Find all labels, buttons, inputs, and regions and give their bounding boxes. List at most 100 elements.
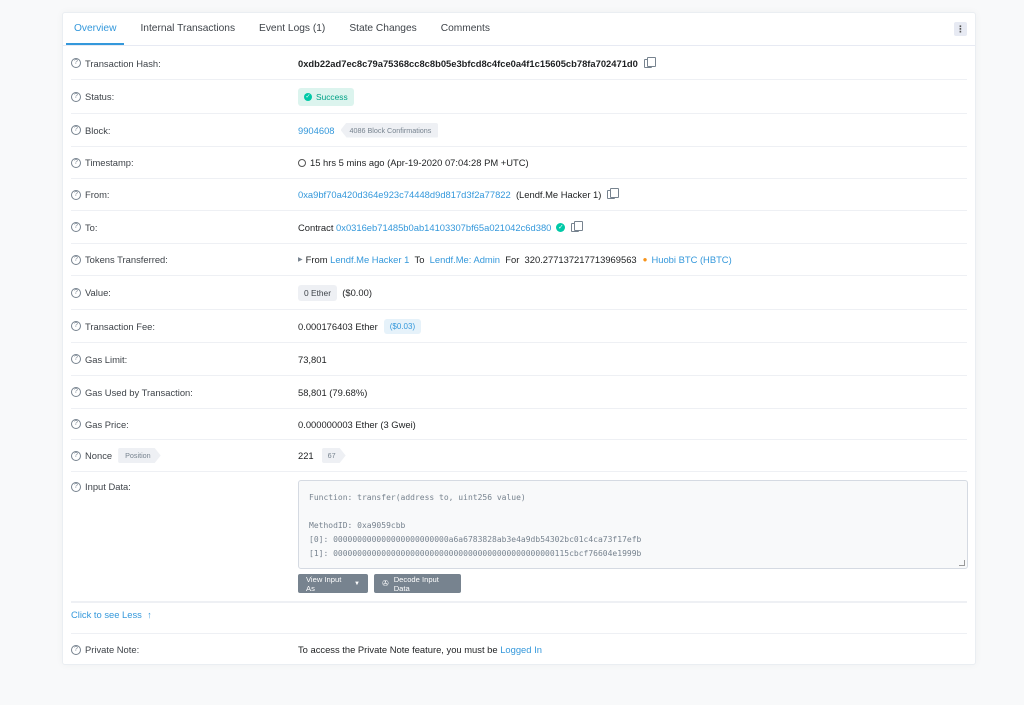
- gas-used-value: 58,801 (79.68%): [298, 386, 368, 398]
- label-to: To:: [85, 221, 98, 233]
- label-private-note: Private Note:: [85, 644, 140, 655]
- tab-state-changes[interactable]: State Changes: [341, 13, 424, 45]
- help-icon[interactable]: ?: [71, 354, 81, 364]
- verified-check-icon: ✓: [556, 222, 566, 232]
- fee-usd-badge: ($0.03): [383, 318, 422, 334]
- position-value-badge: 67: [322, 448, 346, 463]
- token-to-word: To: [414, 254, 425, 265]
- help-icon[interactable]: ?: [71, 222, 81, 232]
- label-gas-limit: Gas Limit:: [85, 353, 128, 365]
- divider: [71, 602, 967, 603]
- help-icon[interactable]: ?: [71, 481, 81, 492]
- position-label-badge: Position: [118, 448, 161, 463]
- gas-price-value: 0.000000003 Ether (3 Gwei): [298, 418, 416, 430]
- fee-ether: 0.000176403 Ether: [298, 320, 378, 332]
- label-transaction-fee: Transaction Fee:: [85, 320, 155, 332]
- block-number-link[interactable]: 9904608: [298, 125, 335, 136]
- token-from-word: From: [305, 254, 328, 265]
- label-value: Value:: [85, 287, 111, 298]
- label-input-data: Input Data:: [85, 481, 131, 492]
- more-options-icon[interactable]: ⋮: [954, 22, 967, 36]
- to-address-link[interactable]: 0x0316eb71485b0ab14103307bf65a021042c6d3…: [336, 222, 551, 233]
- input-function: Function: transfer(address to, uint256 v…: [309, 493, 526, 502]
- help-icon[interactable]: ?: [71, 254, 81, 265]
- tab-internal-transactions[interactable]: Internal Transactions: [132, 13, 243, 45]
- token-logo-icon: ●: [642, 255, 648, 264]
- token-name-link[interactable]: Huobi BTC (HBTC): [651, 254, 731, 265]
- see-less-link[interactable]: Click to see Less ↑: [71, 609, 152, 620]
- copy-icon[interactable]: [643, 56, 656, 68]
- decode-icon: ✇: [382, 579, 389, 588]
- input-method-id: MethodID: 0xa9059cbb: [309, 521, 406, 530]
- check-circle-icon: ✓: [304, 92, 312, 101]
- block-confirmations-badge: 4086 Block Confirmations: [340, 122, 439, 138]
- help-icon[interactable]: ?: [71, 287, 81, 298]
- row-timestamp: ? Timestamp: 15 hrs 5 mins ago (Apr-19-20…: [71, 147, 967, 179]
- token-from-link[interactable]: Lendf.Me Hacker 1: [330, 254, 409, 265]
- help-icon[interactable]: ?: [71, 644, 81, 655]
- help-icon[interactable]: ?: [71, 189, 81, 200]
- gas-limit-value: 73,801: [298, 353, 327, 365]
- row-from: ? From: 0xa9bf70a420d364e923c74448d9d817d…: [71, 179, 967, 211]
- row-status: ? Status: ✓ Success: [71, 80, 967, 114]
- tab-comments[interactable]: Comments: [433, 13, 498, 45]
- view-input-as-button[interactable]: View Input As ▼: [298, 574, 368, 593]
- view-input-as-label: View Input As: [306, 574, 342, 593]
- value-ether-badge: 0 Ether: [298, 284, 338, 301]
- decode-input-label: Decode Input Data: [393, 574, 439, 593]
- input-arg-1: [1]: 00000000000000000000000000000000000…: [309, 549, 642, 558]
- private-note-text: To access the Private Note feature, you …: [298, 644, 498, 655]
- logged-in-link[interactable]: Logged In: [500, 644, 542, 655]
- tab-bar: Overview Internal Transactions Event Log…: [63, 13, 975, 46]
- input-arg-0: [0]: 000000000000000000000000a6a6783828a…: [309, 535, 642, 544]
- row-value: ? Value: 0 Ether ($0.00): [71, 276, 967, 310]
- help-icon[interactable]: ?: [71, 125, 81, 135]
- resize-handle-icon[interactable]: [959, 560, 965, 566]
- row-tokens-transferred: ? Tokens Transferred: ▶ From Lendf.Me Hac…: [71, 244, 967, 276]
- help-icon[interactable]: ?: [71, 91, 81, 102]
- clock-icon: [298, 158, 306, 167]
- nonce-value: 221: [298, 450, 314, 461]
- row-to: ? To: Contract 0x0316eb71485b0ab14103307b…: [71, 211, 967, 244]
- label-gas-used: Gas Used by Transaction:: [85, 386, 193, 398]
- help-icon[interactable]: ?: [71, 58, 81, 68]
- row-gas-limit: ? Gas Limit: 73,801: [71, 343, 967, 376]
- help-icon[interactable]: ?: [71, 419, 81, 429]
- copy-icon[interactable]: [607, 188, 620, 199]
- input-data-textarea[interactable]: Function: transfer(address to, uint256 v…: [298, 480, 968, 569]
- arrow-up-icon: ↑: [147, 609, 152, 620]
- row-block: ? Block: 9904608 4086 Block Confirmations: [71, 114, 967, 147]
- chevron-down-icon: ▼: [354, 580, 360, 587]
- tab-event-logs[interactable]: Event Logs (1): [251, 13, 333, 45]
- row-transaction-fee: ? Transaction Fee: 0.000176403 Ether ($0.0…: [71, 310, 967, 343]
- value-usd: ($0.00): [342, 287, 372, 298]
- help-icon[interactable]: ?: [71, 321, 81, 331]
- token-to-link[interactable]: Lendf.Me: Admin: [430, 254, 500, 265]
- help-icon[interactable]: ?: [71, 157, 81, 168]
- copy-icon[interactable]: [571, 220, 584, 232]
- label-timestamp: Timestamp:: [85, 157, 134, 168]
- row-nonce: ? Nonce Position 221 67: [71, 440, 967, 472]
- help-icon[interactable]: ?: [71, 450, 81, 461]
- help-icon[interactable]: ?: [71, 387, 81, 397]
- transaction-hash: 0xdb22ad7ec8c79a75368cc8c8b05e3bfcd8c4fc…: [298, 57, 638, 69]
- row-transaction-hash: ? Transaction Hash: 0xdb22ad7ec8c79a75368…: [71, 47, 967, 80]
- label-block: Block:: [85, 124, 111, 136]
- label-nonce: Nonce: [85, 450, 113, 461]
- caret-right-icon: ▶: [298, 257, 303, 263]
- contract-prefix: Contract: [298, 221, 334, 233]
- token-for-word: For: [505, 254, 520, 265]
- decode-input-button[interactable]: ✇ Decode Input Data: [374, 574, 461, 593]
- status-badge: ✓ Success: [298, 87, 354, 106]
- row-gas-price: ? Gas Price: 0.000000003 Ether (3 Gwei): [71, 409, 967, 440]
- see-less-text: Click to see Less: [71, 609, 142, 620]
- from-address-link[interactable]: 0xa9bf70a420d364e923c74448d9d817d3f2a778…: [298, 189, 511, 200]
- status-text: Success: [316, 91, 348, 102]
- timestamp-value: 15 hrs 5 mins ago (Apr-19-2020 07:04:28 …: [310, 157, 529, 168]
- tab-overview[interactable]: Overview: [66, 13, 125, 45]
- transaction-card: Overview Internal Transactions Event Log…: [62, 12, 976, 665]
- label-gas-price: Gas Price:: [85, 418, 129, 430]
- token-amount: 320.277137217713969563: [524, 254, 637, 265]
- label-tokens-transferred: Tokens Transferred:: [85, 254, 168, 265]
- label-status: Status:: [85, 91, 115, 102]
